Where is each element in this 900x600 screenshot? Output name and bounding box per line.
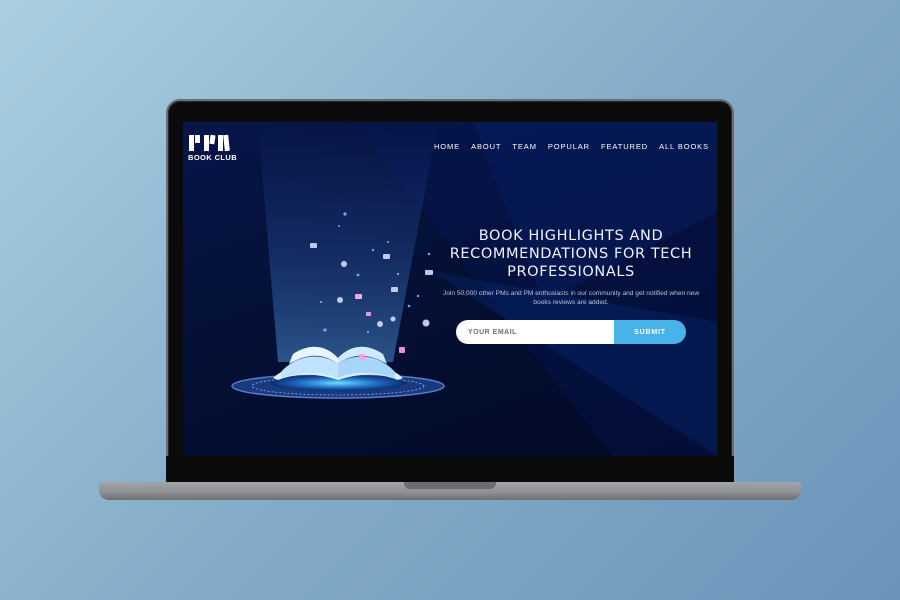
nav-team[interactable]: TEAM: [512, 142, 536, 151]
hero-title: BOOK HIGHLIGHTS AND RECOMMENDATIONS FOR …: [449, 228, 693, 280]
nav-popular[interactable]: POPULAR: [548, 142, 590, 151]
laptop-notch: [404, 482, 496, 489]
main-nav: HOME ABOUT TEAM POPULAR FEATURED ALL BOO…: [434, 142, 709, 151]
nav-featured[interactable]: FEATURED: [601, 142, 648, 151]
nav-about[interactable]: ABOUT: [471, 142, 501, 151]
website-screen: BOOK CLUB HOME ABOUT TEAM POPULAR FEATUR…: [183, 122, 717, 456]
open-book-with-floating-icons-icon: [231, 212, 445, 399]
pm-bookshelf-logo-icon: [189, 134, 230, 152]
brand-logo[interactable]: BOOK CLUB: [188, 133, 238, 162]
nav-all-books[interactable]: ALL BOOKS: [659, 142, 709, 151]
subscribe-form: SUBMIT: [456, 320, 686, 344]
nav-home[interactable]: HOME: [434, 142, 460, 151]
submit-button[interactable]: SUBMIT: [614, 320, 686, 344]
hero-subtitle: Join 50,000 other PMs and PM enthusiasts…: [442, 290, 700, 306]
email-input[interactable]: [456, 320, 614, 344]
laptop-chin: [166, 456, 734, 484]
brand-name: BOOK CLUB: [188, 153, 238, 162]
